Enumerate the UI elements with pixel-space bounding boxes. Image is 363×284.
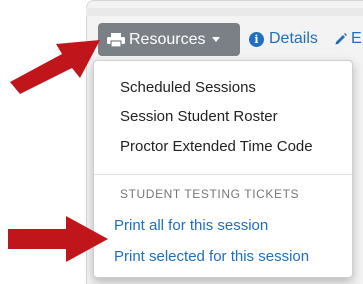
annotation-arrow-icon xyxy=(8,216,108,262)
details-button[interactable]: i Details xyxy=(249,30,318,48)
menu-item-session-student-roster[interactable]: Session Student Roster xyxy=(120,108,278,125)
pencil-icon xyxy=(334,32,348,46)
details-button-label: Details xyxy=(269,30,318,47)
toolbar-background xyxy=(86,8,363,16)
print-icon xyxy=(107,32,125,48)
print-selected-link[interactable]: Print selected for this session xyxy=(114,248,309,265)
annotation-arrow-icon xyxy=(10,40,100,94)
resources-dropdown-menu: Scheduled Sessions Session Student Roste… xyxy=(93,60,353,278)
resources-button-label: Resources xyxy=(129,30,206,48)
info-icon: i xyxy=(249,31,264,47)
edit-button[interactable]: E xyxy=(334,30,362,48)
menu-divider xyxy=(94,174,352,175)
menu-item-scheduled-sessions[interactable]: Scheduled Sessions xyxy=(120,79,256,96)
resources-dropdown-button[interactable]: Resources xyxy=(98,23,240,56)
caret-down-icon xyxy=(212,37,221,42)
print-all-link[interactable]: Print all for this session xyxy=(114,217,268,234)
menu-section-header: STUDENT TESTING TICKETS xyxy=(120,187,300,201)
menu-item-proctor-extended-time-code[interactable]: Proctor Extended Time Code xyxy=(120,138,313,155)
edit-button-label: E xyxy=(351,30,362,47)
